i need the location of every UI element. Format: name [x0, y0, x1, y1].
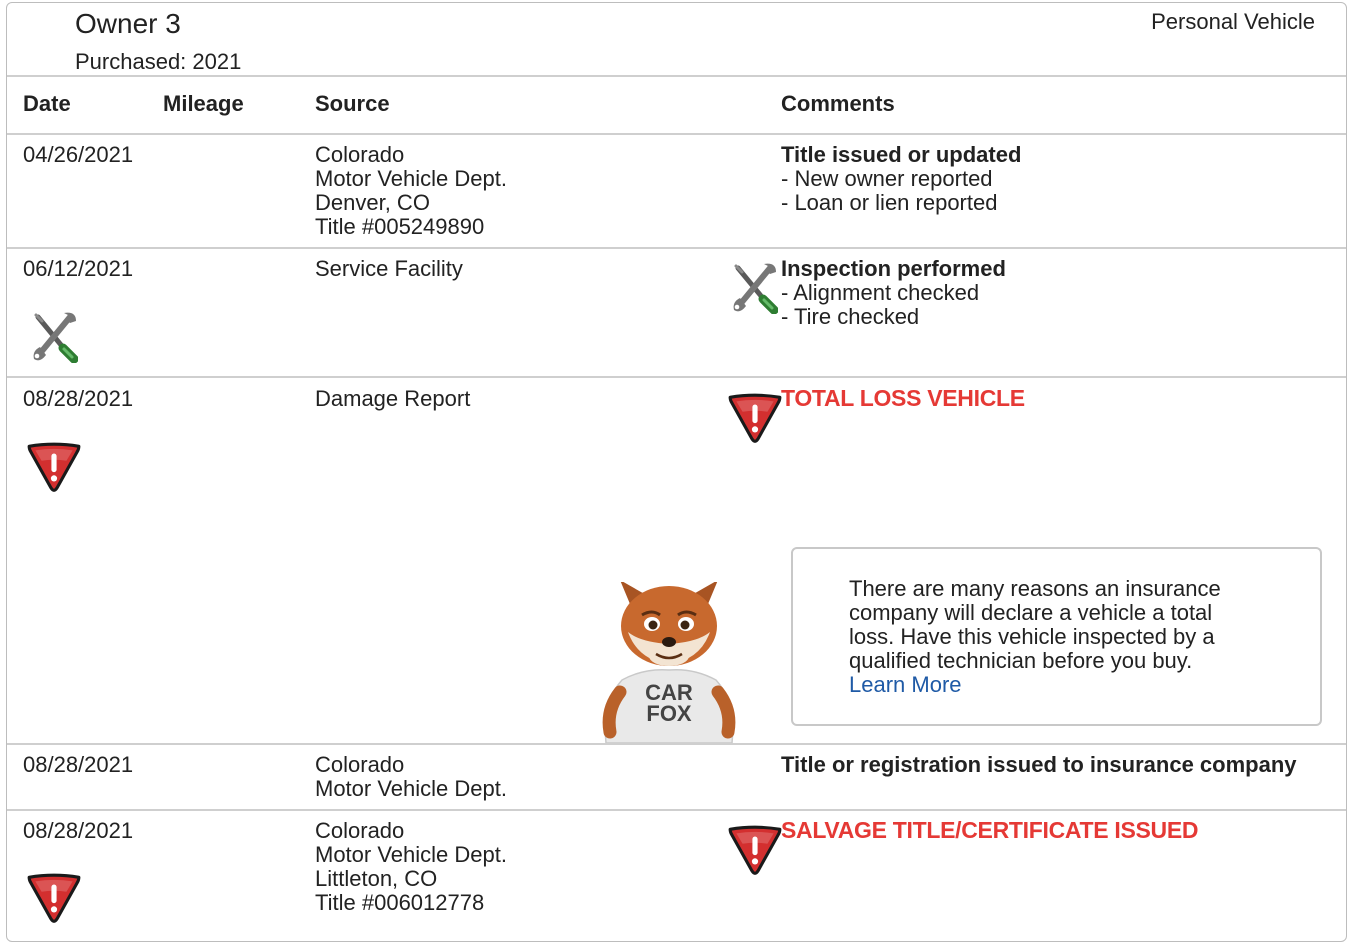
car-fox-mascot: CAR FOX	[602, 582, 736, 743]
comment-item: - Tire checked	[781, 304, 920, 329]
record-source: Service Facility	[315, 257, 463, 281]
source-line: Service Facility	[315, 256, 463, 281]
record-source: Colorado Motor Vehicle Dept. Littleton, …	[315, 819, 507, 915]
record-source: Colorado Motor Vehicle Dept. Denver, CO …	[315, 143, 507, 239]
warning-triangle-icon	[25, 440, 83, 494]
record-date: 08/28/2021	[23, 818, 134, 843]
record-date: 04/26/2021	[23, 142, 134, 167]
divider	[7, 376, 1346, 378]
warning-triangle-icon	[726, 391, 784, 445]
source-line: Colorado	[315, 818, 405, 843]
source-line: Colorado	[315, 752, 405, 777]
purchase-year: Purchased: 2021	[75, 49, 242, 74]
callout-line: qualified technician before you buy.	[849, 648, 1193, 673]
source-line: Colorado	[315, 142, 405, 167]
warning-triangle-icon	[726, 823, 784, 877]
comment-item: - Alignment checked	[781, 280, 980, 305]
record-date: 08/28/2021	[23, 752, 134, 777]
wrench-screwdriver-icon	[30, 311, 78, 363]
source-line: Motor Vehicle Dept.	[315, 166, 507, 191]
owner-title: Owner 3	[75, 8, 181, 39]
comment-title: Title issued or updated	[781, 142, 1022, 167]
source-line: Title #006012778	[315, 890, 485, 915]
comment-item: - Loan or lien reported	[781, 190, 998, 215]
record-comments: Title issued or updated - New owner repo…	[781, 143, 1021, 215]
total-loss-info-callout: There are many reasons an insurance comp…	[791, 547, 1322, 726]
vehicle-type-label: Personal Vehicle	[1151, 9, 1315, 34]
owner-history-panel	[6, 2, 1347, 942]
source-line: Littleton, CO	[315, 866, 438, 891]
divider	[7, 133, 1346, 135]
column-header-source: Source	[315, 91, 390, 116]
salvage-title-alert: SALVAGE TITLE/CERTIFICATE ISSUED	[781, 817, 1199, 843]
record-source: Colorado Motor Vehicle Dept.	[315, 753, 507, 801]
source-line: Damage Report	[315, 386, 471, 411]
divider	[7, 247, 1346, 249]
divider	[7, 809, 1346, 811]
total-loss-alert: TOTAL LOSS VEHICLE	[781, 385, 1025, 411]
record-date: 08/28/2021	[23, 386, 134, 411]
record-source: Damage Report	[315, 387, 470, 411]
record-date: 06/12/2021	[23, 256, 134, 281]
callout-text: There are many reasons an insurance comp…	[849, 577, 1269, 697]
callout-line: loss. Have this vehicle inspected by a	[849, 624, 1215, 649]
column-header-mileage: Mileage	[163, 91, 244, 116]
callout-line: company will declare a vehicle a total	[849, 600, 1213, 625]
mascot-shirt-text: FOX	[646, 701, 692, 726]
source-line: Motor Vehicle Dept.	[315, 842, 507, 867]
comment-title: Inspection performed	[781, 256, 1006, 281]
wrench-screwdriver-icon	[730, 262, 778, 314]
comment-title: Title or registration issued to insuranc…	[781, 752, 1297, 777]
column-header-date: Date	[23, 91, 71, 116]
source-line: Title #005249890	[315, 214, 485, 239]
divider	[7, 743, 1346, 745]
comment-item: - New owner reported	[781, 166, 993, 191]
learn-more-link[interactable]: Learn More	[849, 673, 1269, 697]
warning-triangle-icon	[25, 871, 83, 925]
column-header-comments: Comments	[781, 91, 895, 116]
record-comments: Inspection performed - Alignment checked…	[781, 257, 1006, 329]
callout-line: There are many reasons an insurance	[849, 576, 1221, 601]
source-line: Motor Vehicle Dept.	[315, 776, 507, 801]
divider	[7, 75, 1346, 77]
source-line: Denver, CO	[315, 190, 430, 215]
